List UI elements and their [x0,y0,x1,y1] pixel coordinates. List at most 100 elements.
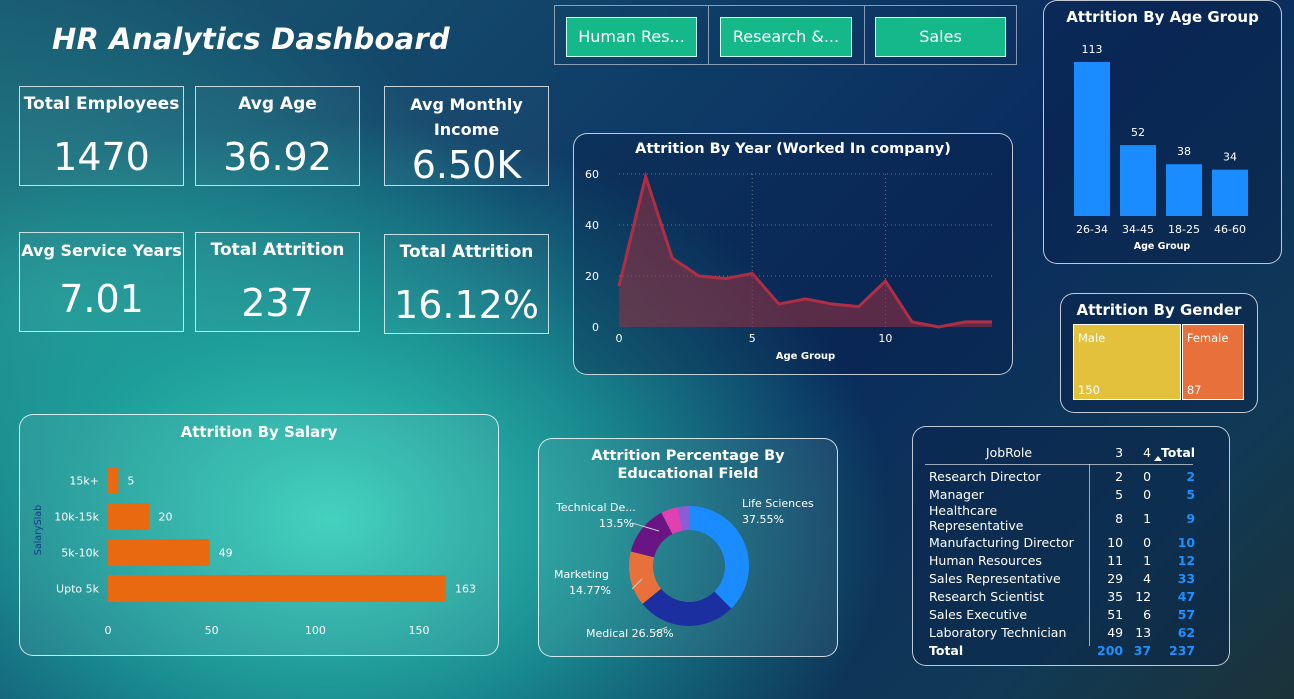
column-header-total[interactable]: Total [1155,437,1199,467]
cell-value: 200 [1097,642,1124,658]
x-tick-label: 0 [105,624,112,637]
cell-value: 12 [1177,552,1196,568]
dashboard-title: HR Analytics Dashboard [52,22,450,56]
bar [108,467,119,494]
column-header[interactable]: 3 [1093,437,1127,467]
kpi-value: 237 [241,281,314,325]
slicer-research-development[interactable]: Research &... [720,17,852,57]
header-divider [925,464,1193,465]
kpi-total-attrition: Total Attrition 237 [195,232,360,332]
bar [108,575,446,602]
table-row[interactable]: Human Resources 11 1 12 [925,551,1199,569]
slice-value: 13.5% [599,517,634,530]
cell-value: 1 [1143,510,1152,526]
category-label: 18-25 [1168,223,1200,236]
x-axis-label: Age Group [1134,241,1191,252]
cell-value: 10 [1107,534,1124,550]
kpi-label: Avg Age [238,94,317,114]
data-label: 34 [1223,151,1237,164]
cell-value: 5 [1186,486,1196,502]
category-label: 46-60 [1214,223,1246,236]
cell-value: 1 [1143,552,1152,568]
cell-value: 11 [1107,552,1124,568]
table-body: Research Director 2 0 2 Manager 5 0 5 Healthcare… [925,467,1199,659]
slicer-divider [708,6,709,64]
slicer-human-resources[interactable]: Human Res... [566,17,697,57]
cell-jobrole: Healthcare Representative [929,503,1024,533]
x-tick-label: 0 [616,332,623,345]
cell-jobrole: Research Director [929,468,1041,484]
table-row[interactable]: Manager 5 0 5 [925,485,1199,503]
cell-jobrole: Human Resources [929,552,1042,568]
cell-value: 2 [1186,468,1196,484]
column-header[interactable]: 4 [1127,437,1155,467]
data-label: 163 [455,583,476,596]
slicer-divider [864,6,865,64]
cell-value: 62 [1177,624,1196,640]
table-row[interactable]: Laboratory Technician 49 13 62 [925,623,1199,641]
slicer-sales[interactable]: Sales [875,17,1006,57]
table-row[interactable]: Research Director 2 0 2 [925,467,1199,485]
attrition-by-year-chart: 0 20 40 60 0 5 10 Age Group [585,168,992,362]
cell-value: 6 [1143,606,1152,622]
education-donut-chart: Life Sciences 37.55% Medical 26.58% Marketi… [554,497,814,640]
cell-value: 33 [1177,570,1196,586]
cell-value: 237 [1169,642,1196,658]
slice-value: 14.77% [569,584,611,597]
category-label: 15k+ [69,475,99,488]
attrition-by-age-group-chart: 113 26-34 52 34-45 38 18-25 34 46-60 Age Group [1074,43,1248,252]
donut-slice [689,506,749,609]
bar [1212,169,1248,216]
column-header[interactable]: JobRole [925,437,1093,467]
x-axis-label: Age Group [776,351,835,362]
kpi-avg-service-years: Avg Service Years 7.01 [19,232,184,332]
data-label: 38 [1177,145,1191,158]
cell-jobrole: Laboratory Technician [929,624,1067,640]
treemap-cell-female[interactable]: Female 87 [1181,324,1244,400]
cell-value: 5 [1115,486,1124,502]
jobrole-table: JobRole 3 4 Total Research Director 2 0 2 Ma… [925,437,1199,659]
y-tick-label: 40 [585,219,599,232]
kpi-total-employees: Total Employees 1470 [19,86,184,186]
attrition-by-age-group-panel: Attrition By Age Group 113 26-34 52 34-45 38… [1043,0,1282,264]
table-total-row[interactable]: Total 200 37 237 [925,641,1199,659]
treemap-cell-male[interactable]: Male 150 [1073,324,1181,400]
category-label: 10k-15k [54,511,99,524]
cell-value: 12 [1135,588,1152,604]
kpi-value: 6.50K [411,143,522,187]
x-tick-label: 50 [205,624,219,637]
x-tick-label: 100 [305,624,326,637]
slice-label: Marketing [554,568,609,581]
cell-value: 0 [1143,534,1152,550]
column-divider [1089,464,1090,646]
bar [108,539,210,566]
kpi-value: 36.92 [223,135,332,179]
kpi-label: Avg Monthly Income [410,95,523,139]
data-label: 5 [127,475,134,488]
x-tick-label: 5 [749,332,756,345]
cell-jobrole: Research Scientist [929,588,1044,604]
y-tick-label: 0 [592,321,599,334]
data-label: 52 [1131,126,1145,139]
cell-value: 35 [1107,588,1124,604]
gender-treemap: Male 150 Female 87 [1073,324,1245,400]
chart-title: Attrition By Gender [1076,301,1242,319]
cell-jobrole: Sales Representative [929,570,1061,586]
kpi-value: 16.12% [394,283,539,327]
cell-value: 47 [1177,588,1196,604]
kpi-label: Total Employees [23,94,180,114]
cell-value: 37 [1133,642,1152,658]
bar [1074,62,1110,216]
cell-value: 8 [1115,510,1124,526]
jobrole-matrix-panel: JobRole 3 4 Total Research Director 2 0 2 Ma… [912,426,1230,666]
cell-value: 49 [1107,624,1124,640]
table-row[interactable]: Manufacturing Director 10 0 10 [925,533,1199,551]
table-row[interactable]: Sales Executive 51 6 57 [925,605,1199,623]
table-row[interactable]: Research Scientist 35 12 47 [925,587,1199,605]
data-label: 113 [1082,43,1103,56]
treemap-label: Female [1186,331,1229,345]
cell-jobrole: Manufacturing Director [929,534,1074,550]
table-row[interactable]: Sales Representative 29 4 33 [925,569,1199,587]
slice-label: Life Sciences [742,497,814,510]
table-row[interactable]: Healthcare Representative 8 1 9 [925,503,1199,533]
